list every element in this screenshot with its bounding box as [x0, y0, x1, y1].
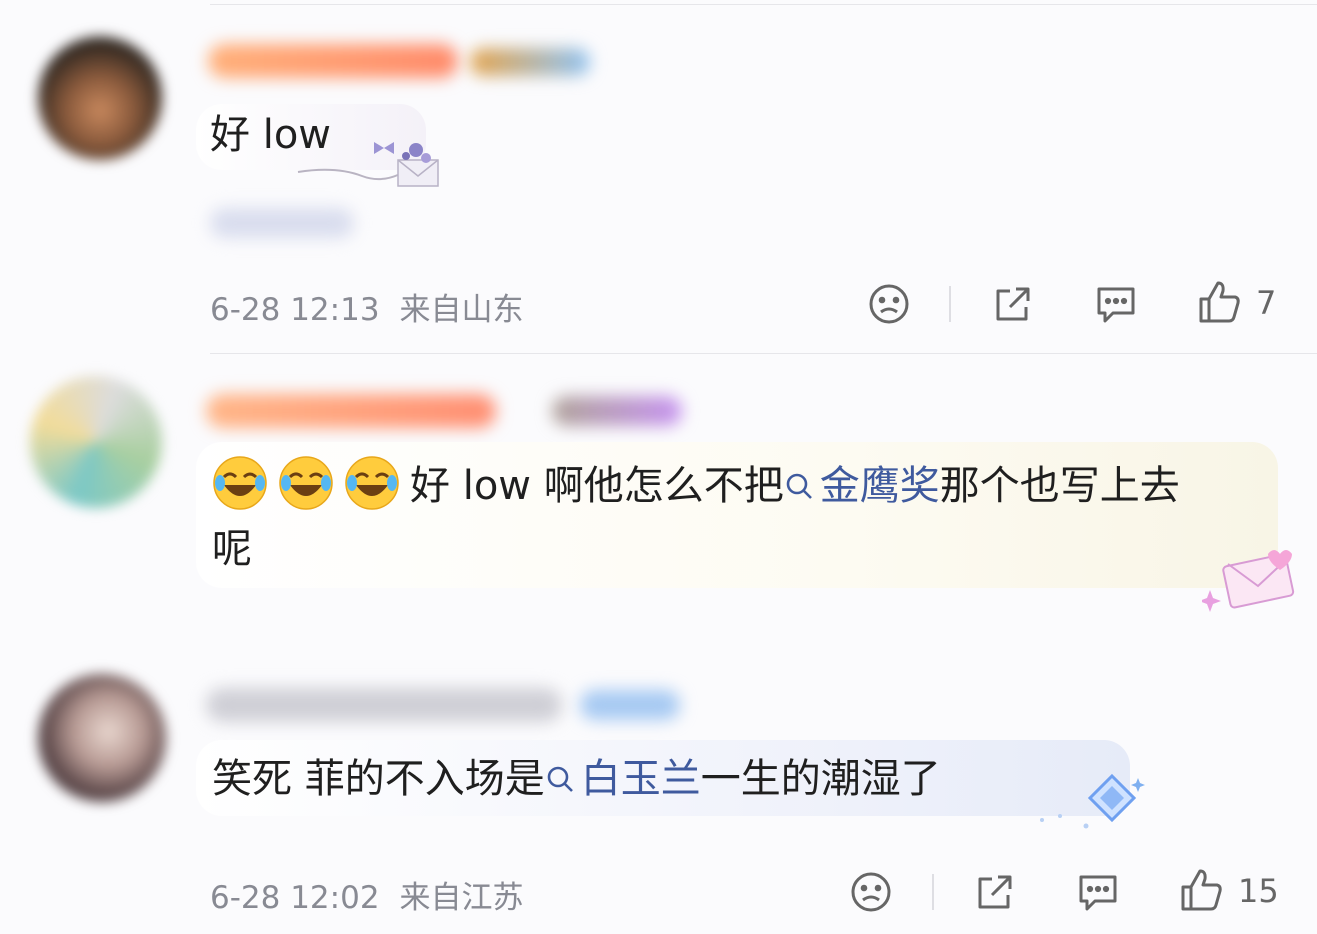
username-blurred[interactable] [206, 394, 496, 428]
username-blurred[interactable] [208, 44, 458, 78]
like-button[interactable] [1178, 867, 1224, 913]
comment-text-after: 一生的潮湿了 [700, 756, 941, 802]
comment-icon [1079, 875, 1117, 911]
diamond-decoration [1040, 773, 1145, 829]
reply-button[interactable] [1075, 869, 1121, 915]
divider [210, 4, 1317, 5]
like-count: 7 [1256, 284, 1277, 322]
comment-meta: 6-28 12:02 来自江苏 [210, 872, 544, 917]
username-blurred[interactable] [206, 688, 562, 722]
like-count: 15 [1238, 872, 1279, 910]
reply-preview-blurred [210, 208, 354, 238]
topic-link[interactable]: 金鹰奖 [784, 463, 940, 509]
comment-text[interactable]: 笑死 菲的不入场是 白玉兰一生的潮湿了 [212, 748, 941, 810]
comment-icon [1097, 287, 1135, 323]
thumbs-up-icon [1181, 869, 1222, 911]
thumbs-up-icon [1199, 281, 1240, 323]
share-button[interactable] [972, 869, 1018, 915]
share-icon [996, 287, 1030, 321]
comment-date: 6-28 12:02 [210, 880, 380, 916]
topic-link[interactable]: 白玉兰 [545, 756, 701, 802]
comment-location: 来自江苏 [399, 880, 524, 916]
comment-location: 来自山东 [399, 292, 524, 328]
reply-button[interactable] [1093, 281, 1139, 327]
laughing-emoji-icon [345, 456, 399, 510]
comment-date: 6-28 12:13 [210, 292, 380, 328]
comment-meta: 6-28 12:13 来自山东 [210, 284, 544, 329]
dislike-button[interactable] [866, 281, 912, 327]
dislike-button[interactable] [848, 869, 894, 915]
badge-blurred [470, 48, 590, 76]
action-divider [949, 286, 951, 322]
sad-face-icon [869, 284, 909, 324]
comment-text-after: 那个也写上去 [939, 463, 1180, 509]
badge-blurred [580, 690, 680, 720]
avatar[interactable] [38, 36, 162, 160]
comment-text-before: 笑死 菲的不入场是 [212, 756, 545, 802]
heart-envelope-decoration [1202, 550, 1295, 612]
avatar[interactable] [38, 674, 166, 802]
comment-text[interactable]: 好 low 啊他怎么不把 金鹰奖那个也写上去 [212, 455, 1180, 517]
share-button[interactable] [990, 281, 1036, 327]
sad-face-icon [851, 872, 891, 912]
search-icon [547, 766, 573, 792]
topic-label: 白玉兰 [580, 756, 701, 802]
badge-blurred [552, 396, 682, 426]
search-icon [786, 473, 812, 499]
share-icon [978, 875, 1012, 909]
topic-label: 金鹰奖 [819, 463, 940, 509]
divider [210, 353, 1317, 354]
like-button[interactable] [1196, 279, 1242, 325]
action-divider [932, 874, 934, 910]
laughing-emoji-icon [279, 456, 333, 510]
flower-envelope-decoration [297, 142, 439, 187]
comment-text-line2: 呢 [212, 526, 252, 572]
comment-text-before: 好 low 啊他怎么不把 [410, 463, 784, 509]
avatar[interactable] [30, 376, 162, 508]
laughing-emoji-icon [213, 456, 267, 510]
